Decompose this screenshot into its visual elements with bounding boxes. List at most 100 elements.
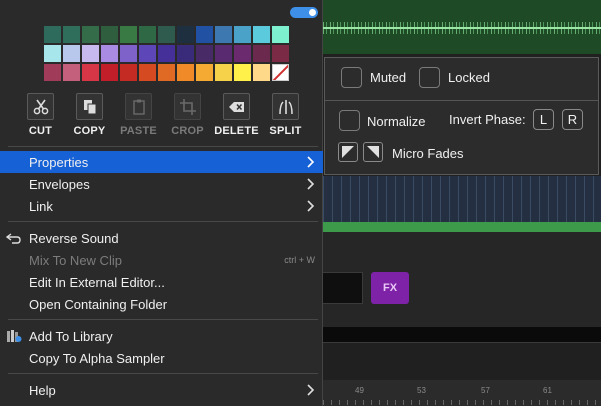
color-swatch[interactable] bbox=[82, 45, 99, 62]
submenu-separator bbox=[325, 100, 598, 101]
copy-button[interactable]: COPY bbox=[65, 93, 114, 137]
menu-item-copy-to-alpha-sampler[interactable]: Copy To Alpha Sampler bbox=[0, 347, 323, 369]
normalize-checkbox[interactable] bbox=[339, 110, 360, 131]
color-swatch[interactable] bbox=[196, 45, 213, 62]
menu-item-open-folder[interactable]: Open Containing Folder bbox=[0, 293, 323, 315]
micro-fade-out-button[interactable] bbox=[363, 142, 383, 162]
library-icon bbox=[7, 330, 22, 342]
color-swatch[interactable] bbox=[253, 64, 270, 81]
color-swatch[interactable] bbox=[139, 64, 156, 81]
paste-button[interactable]: PASTE bbox=[114, 93, 163, 137]
normalize-label: Normalize bbox=[367, 114, 426, 129]
color-swatch[interactable] bbox=[63, 26, 80, 43]
delete-button[interactable]: DELETE bbox=[212, 93, 261, 137]
color-mode-toggle[interactable] bbox=[290, 7, 318, 18]
color-swatch[interactable] bbox=[234, 64, 251, 81]
fx-button[interactable]: FX bbox=[371, 272, 409, 304]
color-swatch[interactable] bbox=[158, 26, 175, 43]
menu-item-label: Envelopes bbox=[29, 176, 90, 192]
menu-item-edit-external[interactable]: Edit In External Editor... bbox=[0, 271, 323, 293]
audio-clip-waveform[interactable] bbox=[323, 0, 601, 54]
color-swatch[interactable] bbox=[196, 26, 213, 43]
menu-item-mix-to-new-clip[interactable]: Mix To New Clip ctrl + W bbox=[0, 249, 323, 271]
mixer-area bbox=[323, 232, 601, 327]
channel-input-box[interactable] bbox=[323, 272, 363, 304]
copy-label: COPY bbox=[73, 125, 106, 137]
color-swatch[interactable] bbox=[158, 64, 175, 81]
chevron-right-icon bbox=[307, 156, 315, 168]
invert-phase-label: Invert Phase: bbox=[449, 112, 526, 127]
chevron-right-icon bbox=[307, 200, 315, 212]
copy-icon bbox=[76, 93, 103, 120]
split-icon bbox=[272, 93, 299, 120]
color-swatch[interactable] bbox=[234, 26, 251, 43]
clipboard-icon bbox=[125, 93, 152, 120]
muted-checkbox[interactable] bbox=[341, 67, 362, 88]
color-swatch[interactable] bbox=[63, 45, 80, 62]
color-swatch[interactable] bbox=[215, 26, 232, 43]
color-swatch[interactable] bbox=[177, 45, 194, 62]
color-swatch[interactable] bbox=[177, 64, 194, 81]
color-swatch[interactable] bbox=[215, 64, 232, 81]
color-swatch[interactable] bbox=[253, 45, 270, 62]
split-label: SPLIT bbox=[269, 125, 302, 137]
invert-phase-right-button[interactable]: R bbox=[562, 109, 583, 130]
color-swatch[interactable] bbox=[196, 64, 213, 81]
properties-submenu: Muted Locked Normalize Invert Phase: L R… bbox=[324, 57, 599, 175]
locked-checkbox[interactable] bbox=[419, 67, 440, 88]
color-swatch[interactable] bbox=[272, 45, 289, 62]
color-swatch[interactable] bbox=[101, 45, 118, 62]
micro-fades-label: Micro Fades bbox=[392, 146, 464, 161]
menu-item-label: Mix To New Clip bbox=[29, 252, 122, 268]
micro-fade-in-button[interactable] bbox=[338, 142, 358, 162]
menu-item-envelopes[interactable]: Envelopes bbox=[0, 173, 323, 195]
color-swatch[interactable] bbox=[120, 64, 137, 81]
color-swatch[interactable] bbox=[101, 26, 118, 43]
color-swatch[interactable] bbox=[82, 64, 99, 81]
color-swatch[interactable] bbox=[101, 64, 118, 81]
color-swatch[interactable] bbox=[82, 26, 99, 43]
color-swatch[interactable] bbox=[272, 26, 289, 43]
no-color-swatch[interactable] bbox=[272, 64, 289, 81]
muted-label: Muted bbox=[370, 70, 407, 85]
menu-item-label: Add To Library bbox=[29, 328, 113, 344]
clip-header-bar[interactable] bbox=[323, 222, 601, 232]
menu-item-label: Link bbox=[29, 198, 53, 214]
color-swatch[interactable] bbox=[177, 26, 194, 43]
menu-item-label: Open Containing Folder bbox=[29, 296, 168, 312]
ruler-label: 57 bbox=[481, 386, 490, 395]
menu-item-help[interactable]: Help bbox=[0, 379, 323, 401]
menu-item-link[interactable]: Link bbox=[0, 195, 323, 217]
crop-button[interactable]: CROP bbox=[163, 93, 212, 137]
color-swatch[interactable] bbox=[234, 45, 251, 62]
paste-label: PASTE bbox=[120, 125, 157, 137]
color-swatch[interactable] bbox=[63, 64, 80, 81]
color-swatch[interactable] bbox=[120, 26, 137, 43]
ruler-label: 49 bbox=[355, 386, 364, 395]
timeline-ruler[interactable]: 49 53 57 61 bbox=[323, 380, 601, 406]
color-swatch[interactable] bbox=[44, 45, 61, 62]
ruler-label: 61 bbox=[543, 386, 552, 395]
menu-item-reverse-sound[interactable]: Reverse Sound bbox=[0, 227, 323, 249]
color-swatch[interactable] bbox=[139, 26, 156, 43]
split-button[interactable]: SPLIT bbox=[261, 93, 310, 137]
clip-context-menu: CUT COPY PASTE CROP DELETE SPLIT Propert… bbox=[0, 0, 323, 406]
color-swatch[interactable] bbox=[158, 45, 175, 62]
color-swatch[interactable] bbox=[44, 64, 61, 81]
color-swatch[interactable] bbox=[120, 45, 137, 62]
backspace-icon bbox=[223, 93, 250, 120]
menu-item-add-to-library[interactable]: Add To Library bbox=[0, 325, 323, 347]
cut-button[interactable]: CUT bbox=[16, 93, 65, 137]
menu-separator bbox=[8, 319, 318, 320]
menu-item-properties[interactable]: Properties bbox=[0, 151, 323, 173]
color-swatch[interactable] bbox=[215, 45, 232, 62]
fade-out-icon bbox=[367, 146, 379, 158]
clip-toolbar: CUT COPY PASTE CROP DELETE SPLIT bbox=[16, 93, 310, 137]
invert-phase-left-button[interactable]: L bbox=[533, 109, 554, 130]
menu-item-label: Edit In External Editor... bbox=[29, 274, 165, 290]
color-swatch[interactable] bbox=[253, 26, 270, 43]
color-swatch[interactable] bbox=[139, 45, 156, 62]
timeline-strip bbox=[323, 327, 601, 343]
color-swatch[interactable] bbox=[44, 26, 61, 43]
audio-clip-lane[interactable] bbox=[323, 176, 601, 222]
